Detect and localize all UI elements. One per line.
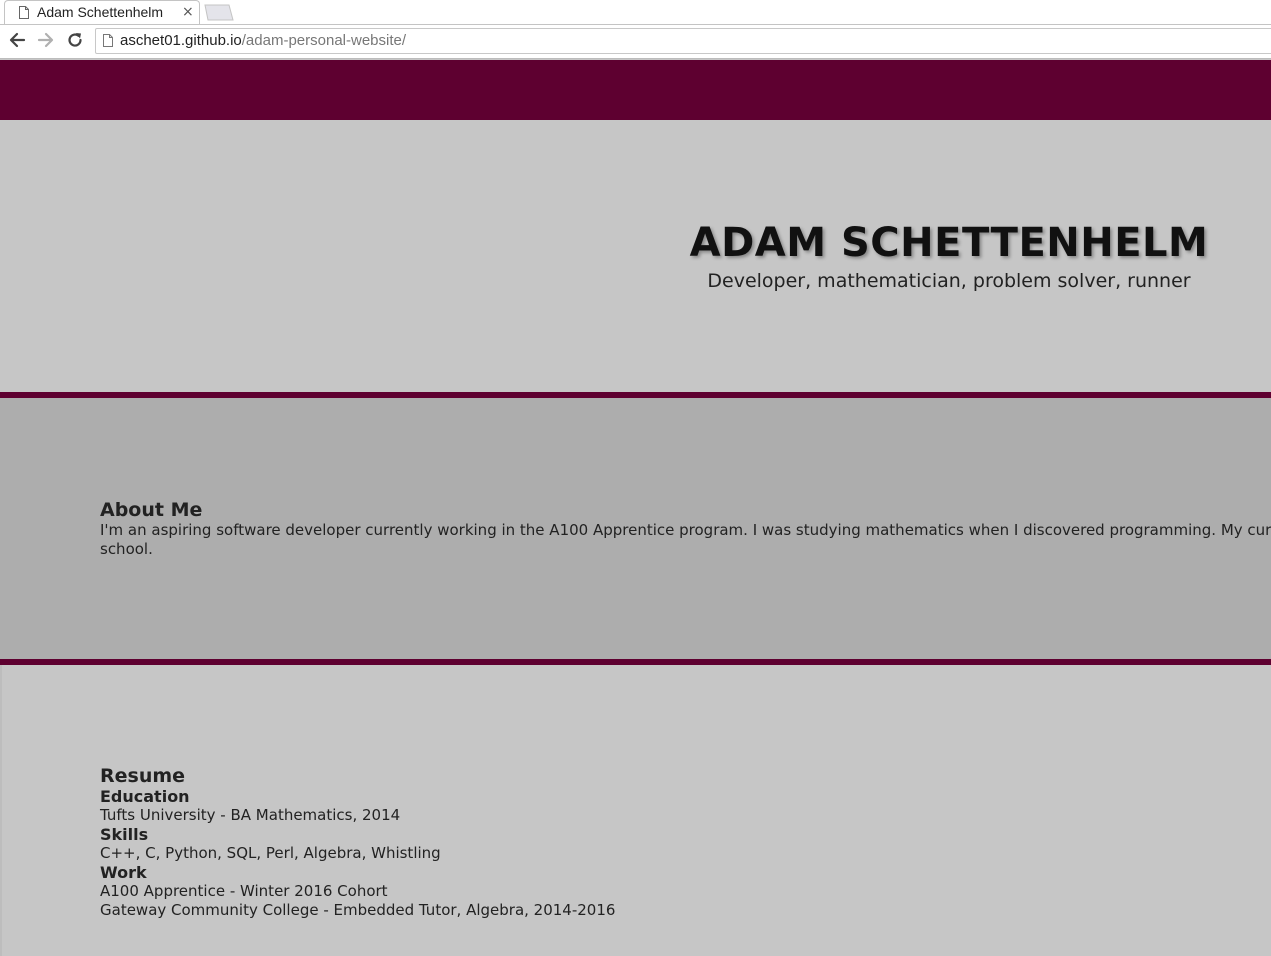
education-heading: Education: [100, 787, 190, 806]
about-heading: About Me: [100, 499, 203, 521]
browser-tab[interactable]: Adam Schettenhelm ×: [4, 0, 200, 24]
resume-content: Resume Education Tufts University - BA M…: [100, 765, 615, 920]
skills-item: C++, C, Python, SQL, Perl, Algebra, Whis…: [100, 844, 441, 862]
url-text[interactable]: aschet01.github.io/adam-personal-website…: [120, 32, 406, 49]
tab-close-icon[interactable]: ×: [182, 3, 194, 21]
new-tab-button[interactable]: [204, 4, 234, 21]
hero-section: ADAM SCHETTENHELM Developer, mathematici…: [0, 120, 1271, 392]
url-path: /adam-personal-website/: [241, 32, 407, 49]
browser-toolbar: aschet01.github.io/adam-personal-website…: [0, 25, 1271, 59]
back-arrow-icon[interactable]: [7, 30, 27, 50]
skills-heading: Skills: [100, 825, 149, 844]
page-icon: [103, 34, 113, 47]
education-item: Tufts University - BA Mathematics, 2014: [100, 806, 401, 824]
page-subtitle: Developer, mathematician, problem solver…: [707, 270, 1191, 292]
about-section: About Me I'm an aspiring software develo…: [0, 398, 1271, 659]
forward-arrow-icon[interactable]: [36, 30, 56, 50]
address-bar[interactable]: aschet01.github.io/adam-personal-website…: [95, 28, 1271, 54]
about-text: I'm an aspiring software developer curre…: [100, 521, 1271, 558]
browser-chrome: Adam Schettenhelm × aschet01.github.io/a…: [0, 0, 1271, 59]
work-item: Gateway Community College - Embedded Tut…: [100, 901, 616, 919]
work-item: A100 Apprentice - Winter 2016 Cohort: [100, 882, 388, 900]
work-heading: Work: [100, 863, 147, 882]
page-icon: [19, 6, 29, 19]
resume-section: Resume Education Tufts University - BA M…: [0, 665, 1271, 956]
reload-icon[interactable]: [65, 30, 85, 50]
page-title: ADAM SCHETTENHELM: [689, 220, 1209, 266]
resume-heading: Resume: [100, 765, 186, 787]
tab-strip: Adam Schettenhelm ×: [0, 0, 1271, 25]
url-host: aschet01.github.io: [120, 32, 242, 49]
top-nav-bar: [0, 60, 1271, 120]
tab-title: Adam Schettenhelm: [37, 4, 164, 20]
